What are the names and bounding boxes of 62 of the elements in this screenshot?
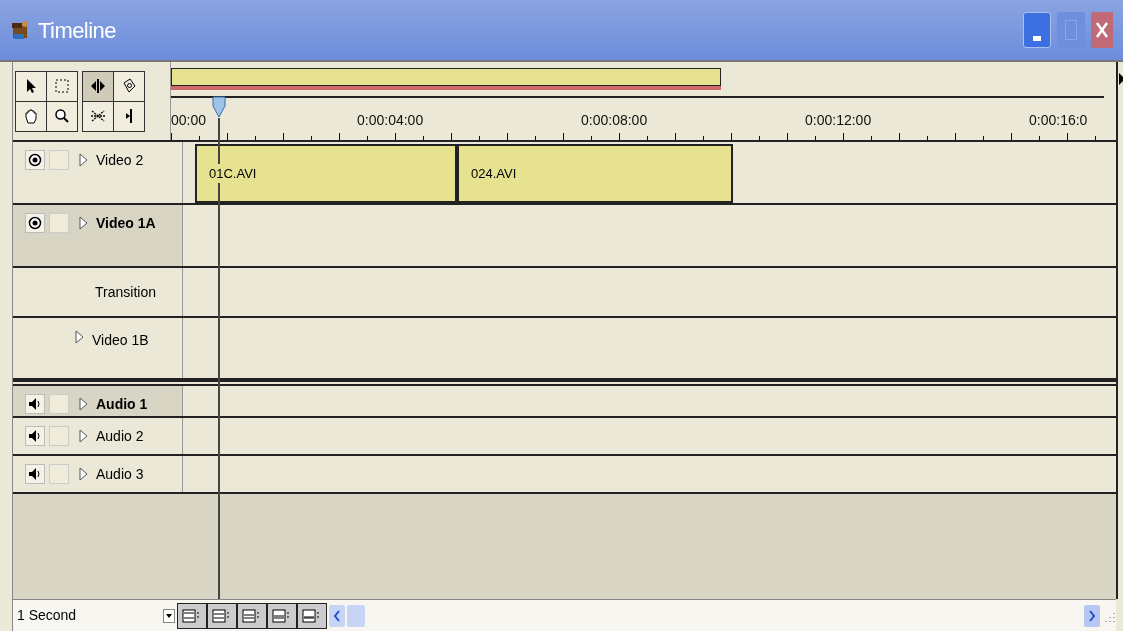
close-button[interactable] bbox=[1091, 12, 1113, 48]
tool-button[interactable] bbox=[83, 101, 113, 131]
ripple-edit-icon bbox=[90, 78, 106, 94]
toolbar-button[interactable] bbox=[297, 602, 327, 629]
eye-icon[interactable] bbox=[25, 150, 45, 170]
speaker-icon[interactable] bbox=[25, 394, 45, 414]
zoom-icon bbox=[54, 108, 70, 124]
speaker-icon[interactable] bbox=[25, 426, 45, 446]
ruler-label: 0:00:16:0 bbox=[1029, 111, 1088, 130]
track-name: Video 2 bbox=[96, 150, 144, 170]
track-header[interactable]: Video 1A bbox=[13, 205, 183, 266]
ruler-label: 0:00:08:00 bbox=[581, 111, 648, 130]
scroll-left-button[interactable] bbox=[329, 604, 345, 627]
ruler-label: 00:00 bbox=[171, 111, 207, 130]
expand-triangle-icon[interactable] bbox=[79, 216, 88, 230]
maximize-icon bbox=[1065, 20, 1077, 40]
tool-button[interactable] bbox=[114, 101, 144, 131]
track-name: Transition bbox=[95, 282, 156, 302]
track-name: Audio 1 bbox=[96, 394, 148, 414]
tool-button[interactable] bbox=[83, 71, 113, 101]
toolbar-button[interactable] bbox=[237, 602, 267, 629]
edit-point-icon bbox=[126, 109, 132, 123]
chevron-left-icon bbox=[333, 609, 341, 622]
scroll-thumb[interactable] bbox=[347, 604, 365, 627]
track-name: Audio 2 bbox=[96, 426, 144, 446]
dropdown-caret-icon bbox=[163, 608, 175, 623]
ruler-label: 0:00:04:00 bbox=[357, 111, 424, 130]
expand-triangle-icon[interactable] bbox=[79, 467, 88, 481]
playhead-marker-icon[interactable] bbox=[212, 96, 226, 118]
chevron-right-icon bbox=[1088, 609, 1096, 622]
eye-icon[interactable] bbox=[25, 213, 45, 233]
time-unit-dropdown[interactable]: 1 Second bbox=[13, 602, 177, 629]
track-name: Video 1A bbox=[96, 213, 156, 233]
close-icon bbox=[1095, 21, 1109, 39]
track-name: Audio 3 bbox=[96, 464, 144, 484]
clip[interactable]: 01C.AVI bbox=[195, 144, 457, 203]
window-title: Timeline bbox=[38, 16, 116, 45]
speaker-icon[interactable] bbox=[25, 464, 45, 484]
work-area-bar[interactable] bbox=[171, 68, 721, 86]
expand-triangle-icon[interactable] bbox=[79, 153, 88, 167]
clip-name: 01C.AVI bbox=[209, 163, 257, 184]
tool-button[interactable] bbox=[47, 101, 77, 131]
minimize-button[interactable] bbox=[1023, 12, 1051, 48]
scroll-right-button[interactable] bbox=[1084, 604, 1100, 627]
crossfade-icon bbox=[90, 108, 106, 124]
playhead-line[interactable] bbox=[218, 118, 220, 599]
minimize-icon bbox=[1033, 36, 1041, 41]
clip[interactable]: 024.AVI bbox=[457, 144, 733, 203]
expand-triangle-icon[interactable] bbox=[75, 330, 84, 344]
ruler-label: 0:00:12:00 bbox=[805, 111, 872, 130]
toolbar-button[interactable] bbox=[267, 602, 297, 629]
marquee-icon bbox=[54, 78, 70, 94]
tool-button[interactable] bbox=[47, 71, 77, 101]
toolbar-button[interactable] bbox=[177, 602, 207, 629]
expand-triangle-icon[interactable] bbox=[79, 397, 88, 411]
track-header[interactable]: Audio 1 bbox=[13, 386, 183, 416]
tool-button[interactable] bbox=[16, 71, 46, 101]
tool-button[interactable] bbox=[114, 71, 144, 101]
tool-button[interactable] bbox=[16, 101, 46, 131]
expand-triangle-icon[interactable] bbox=[79, 429, 88, 443]
track-name: Video 1B bbox=[92, 331, 149, 350]
toolbar-button[interactable] bbox=[207, 602, 237, 629]
